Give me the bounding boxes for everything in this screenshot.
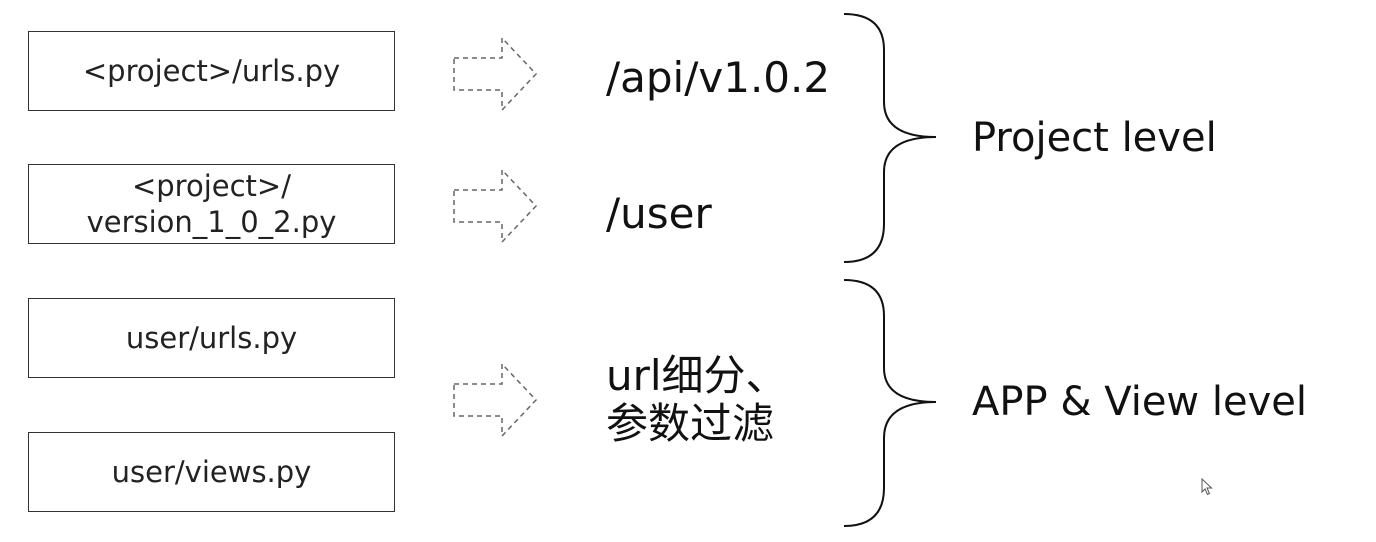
route-label-text: /user (606, 189, 712, 238)
right-curly-brace-icon (843, 279, 937, 527)
route-label-line-2: 参数过滤 (606, 399, 775, 448)
route-label-url-detail: url细分、 参数过滤 (606, 352, 788, 448)
dashed-right-arrow-icon (453, 36, 538, 112)
route-label-user: /user (606, 188, 712, 240)
route-label-text: /api/v1.0.2 (606, 53, 831, 102)
dashed-right-arrow-icon (453, 168, 538, 244)
route-label-line-1: url细分、 (606, 351, 788, 400)
file-box-user-urls: user/urls.py (28, 298, 395, 378)
file-box-label: user/views.py (111, 455, 312, 489)
dashed-right-arrow-icon (453, 362, 538, 438)
file-box-label: user/urls.py (125, 321, 298, 355)
file-box-label-line-2: version_1_0_2.py (86, 205, 337, 239)
route-label-api: /api/v1.0.2 (606, 52, 830, 104)
file-box-user-views: user/views.py (28, 432, 395, 512)
right-curly-brace-icon (843, 13, 937, 263)
mouse-pointer-icon (1201, 478, 1213, 496)
level-label-project: Project level (972, 115, 1217, 161)
level-label-app-view: APP & View level (972, 379, 1307, 425)
file-box-project-version: <project>/ version_1_0_2.py (28, 164, 395, 244)
file-box-label-line-1: <project>/ (131, 169, 291, 203)
file-box-project-urls: <project>/urls.py (28, 31, 395, 111)
file-box-label: <project>/urls.py (82, 54, 341, 88)
